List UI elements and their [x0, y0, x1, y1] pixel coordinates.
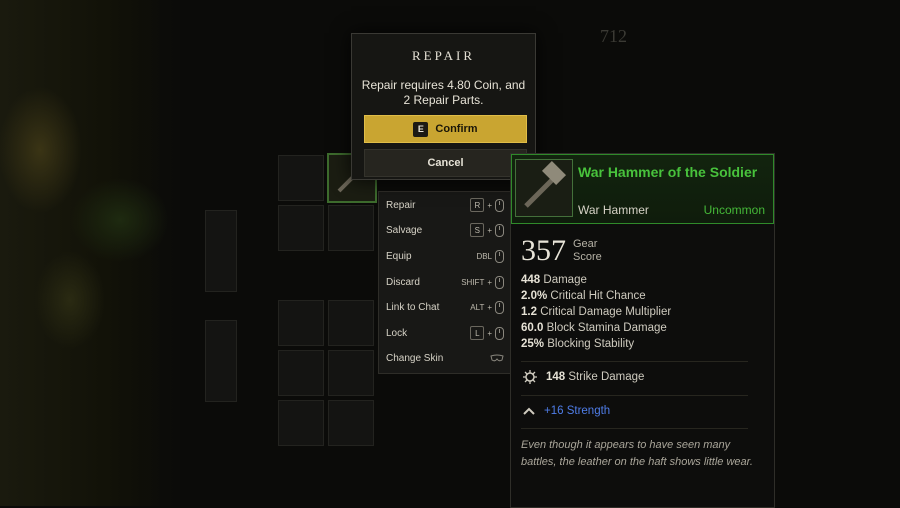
stat-label: Blocking Stability: [547, 338, 635, 350]
menu-item-link-to-chat[interactable]: Link to Chat ALT +: [386, 297, 504, 317]
menu-item-label: Equip: [386, 250, 412, 262]
inventory-slot: [328, 300, 374, 346]
mouse-icon: [495, 198, 504, 212]
inventory-slot: [278, 300, 324, 346]
menu-item-label: Salvage: [386, 224, 423, 236]
item-type: War Hammer: [578, 203, 649, 217]
menu-item-label: Change Skin: [386, 352, 444, 364]
keybind: R +: [470, 198, 504, 212]
stat-label: Block Stamina Damage: [546, 322, 667, 334]
inventory-slot: [278, 205, 324, 251]
perk-line: 148 Strike Damage: [523, 370, 644, 384]
mouse-icon: [495, 300, 504, 314]
menu-item-change-skin[interactable]: Change Skin: [386, 348, 504, 368]
cancel-label: Cancel: [427, 157, 464, 169]
stat-line: 448 Damage: [521, 274, 587, 286]
stat-value: 1.2: [521, 306, 537, 318]
menu-item-label: Lock: [386, 327, 408, 339]
stat-label: Critical Hit Chance: [550, 290, 646, 302]
attribute-label: Strength: [566, 405, 611, 417]
confirm-label: Confirm: [435, 123, 478, 135]
mouse-icon: [495, 223, 504, 237]
inventory-slot: [278, 350, 324, 396]
stat-line: 2.0% Critical Hit Chance: [521, 290, 646, 302]
divider: [521, 361, 748, 362]
divider: [521, 428, 748, 429]
item-tooltip: War Hammer of the Soldier War Hammer Unc…: [510, 153, 775, 508]
background-gear-score: 712: [600, 26, 627, 46]
keybind: L +: [470, 326, 504, 340]
menu-item-discard[interactable]: Discard SHIFT +: [386, 272, 504, 292]
tooltip-header: War Hammer of the Soldier War Hammer Unc…: [511, 154, 774, 224]
stat-value: 25%: [521, 338, 545, 350]
menu-item-label: Discard: [386, 276, 420, 288]
mouse-icon: [495, 275, 504, 289]
keybind: [490, 354, 504, 362]
repair-dialog: REPAIR Repair requires 4.80 Coin, and 2 …: [351, 33, 536, 180]
keybind: ALT +: [470, 300, 504, 314]
stat-label: Critical Damage Multiplier: [540, 306, 672, 318]
mouse-icon: [495, 326, 504, 340]
menu-item-label: Link to Chat: [386, 301, 440, 313]
perk-value: 148: [546, 371, 566, 383]
stat-value: 2.0%: [521, 290, 548, 302]
menu-item-equip[interactable]: Equip DBL: [386, 246, 504, 266]
key-hint: ALT: [470, 302, 485, 312]
inventory-slot: [328, 205, 374, 251]
item-name: War Hammer of the Soldier: [578, 164, 758, 180]
repair-cost-message: Repair requires 4.80 Coin, and 2 Repair …: [361, 78, 526, 107]
attribute-value: +16: [544, 405, 564, 417]
war-hammer-icon: [515, 159, 573, 217]
inventory-slot: [328, 350, 374, 396]
keybind: S +: [470, 223, 504, 237]
stat-label: Damage: [543, 274, 587, 286]
keybind: SHIFT +: [461, 275, 504, 289]
stat-value: 60.0: [521, 322, 544, 334]
equipment-slot: [205, 320, 237, 402]
inventory-slot: [328, 400, 374, 446]
key-hint: R: [470, 198, 485, 212]
chevron-up-icon: [523, 407, 535, 415]
menu-item-salvage[interactable]: Salvage S +: [386, 220, 504, 240]
gear-score-label: Gear Score: [573, 238, 602, 263]
inventory-slot: [278, 155, 324, 201]
gear-score-value: 357: [521, 234, 566, 267]
stat-value: 448: [521, 274, 541, 286]
menu-item-repair[interactable]: Repair R +: [386, 195, 504, 215]
item-context-menu: Repair R + Salvage S + Equip DBL Discard S…: [378, 191, 513, 374]
equipment-slot: [205, 210, 237, 292]
stat-line: 1.2 Critical Damage Multiplier: [521, 306, 671, 318]
key-hint: L: [470, 326, 485, 340]
mask-icon: [490, 354, 504, 362]
mouse-icon: [495, 249, 504, 263]
key-hint: DBL: [476, 251, 492, 261]
keybind: DBL: [476, 249, 504, 263]
stat-line: 25% Blocking Stability: [521, 338, 634, 350]
cancel-button[interactable]: Cancel: [364, 149, 527, 177]
gear-icon: [523, 370, 537, 384]
confirm-button[interactable]: E Confirm: [364, 115, 527, 143]
stat-line: 60.0 Block Stamina Damage: [521, 322, 667, 334]
character-portrait-area: [0, 0, 175, 506]
inventory-slot: [278, 400, 324, 446]
key-hint: E: [413, 121, 429, 137]
key-hint: S: [470, 223, 485, 237]
divider: [521, 395, 748, 396]
menu-item-label: Repair: [386, 199, 416, 211]
perk-label: Strike Damage: [568, 371, 645, 383]
menu-item-lock[interactable]: Lock L +: [386, 323, 504, 343]
item-flavor-text: Even though it appears to have seen many…: [521, 439, 753, 468]
dialog-title: REPAIR: [411, 48, 476, 63]
attribute-line: +16 Strength: [523, 405, 610, 417]
item-rarity: Uncommon: [703, 203, 765, 217]
key-hint: SHIFT: [461, 277, 485, 287]
